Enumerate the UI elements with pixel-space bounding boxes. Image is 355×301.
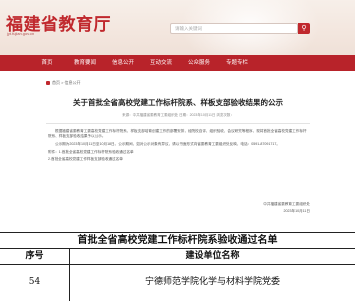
article-paragraph: 根据福建省委教育工委高校党建工作标杆院系、样板支部培育创建工作的部署安排，经院校… (48, 129, 307, 139)
nav-item-disclosure[interactable]: 信息公开 (104, 55, 142, 71)
home-icon (46, 80, 50, 85)
article-paragraph: 公示期为2023年10月11日至10月18日。公示期间，如对公示对象有异议，请以… (55, 142, 280, 147)
search-icon: ⚲ (301, 25, 307, 32)
header-num: 序号 (0, 249, 70, 264)
attachment-link[interactable]: 附件：1.首批全省高校党建工作标杆院系验收通过名单 (48, 150, 308, 155)
main-nav: 首页 教育要闻 信息公开 互动交流 公众服务 专题专栏 (0, 55, 355, 71)
nav-item-news[interactable]: 教育要闻 (66, 55, 104, 71)
article-signature: 中共福建省委教育工委组织处 (263, 202, 310, 206)
article-date: 2023年10月11日 (283, 209, 310, 213)
cell-num: 54 (0, 265, 70, 301)
nav-item-topics[interactable]: 专题专栏 (218, 55, 256, 71)
article-meta: 来源：中共福建省委教育工委组织处 日期：2023年10月11日 浏览次数： (122, 113, 234, 117)
breadcrumb-text[interactable]: 首页 > 信息公开 (52, 80, 81, 85)
nav-item-interaction[interactable]: 互动交流 (142, 55, 180, 71)
site-logo-subtitle: jyt.fujian.gov.cn (7, 31, 35, 36)
table-header-row: 序号 建设单位名称 (0, 249, 355, 265)
header-name: 建设单位名称 (185, 251, 240, 261)
nav-item-home[interactable]: 首页 (28, 55, 66, 71)
breadcrumb: 首页 > 信息公开 (46, 80, 81, 86)
cell-name: 宁德师范学院化学与材料学院党委 (144, 277, 280, 287)
attachment-link[interactable]: 2.首批全省高校党建工作样板支部验收通过名单 (48, 157, 308, 162)
article-body: 根据福建省委教育工委高校党建工作标杆院系、样板支部培育创建工作的部署安排，经院校… (40, 124, 316, 163)
search-input[interactable]: 请输入关键词 (170, 23, 298, 34)
search-button[interactable]: ⚲ (298, 23, 310, 34)
table-title: 首批全省高校党建工作标杆院系验收通过名单 (0, 233, 355, 249)
article-title: 关于首批全省高校党建工作标杆院系、样板支部验收结果的公示 (73, 98, 283, 107)
nav-item-services[interactable]: 公众服务 (180, 55, 218, 71)
table-row: 54 宁德师范学院化学与材料学院党委 (0, 265, 355, 301)
result-table: 首批全省高校党建工作标杆院系验收通过名单 序号 建设单位名称 54 宁德师范学院… (0, 232, 355, 301)
site-header: 福建省教育厅 jyt.fujian.gov.cn 请输入关键词 ⚲ (0, 0, 355, 55)
article: 关于首批全省高校党建工作标杆院系、样板支部验收结果的公示 来源：中共福建省委教育… (40, 90, 316, 222)
